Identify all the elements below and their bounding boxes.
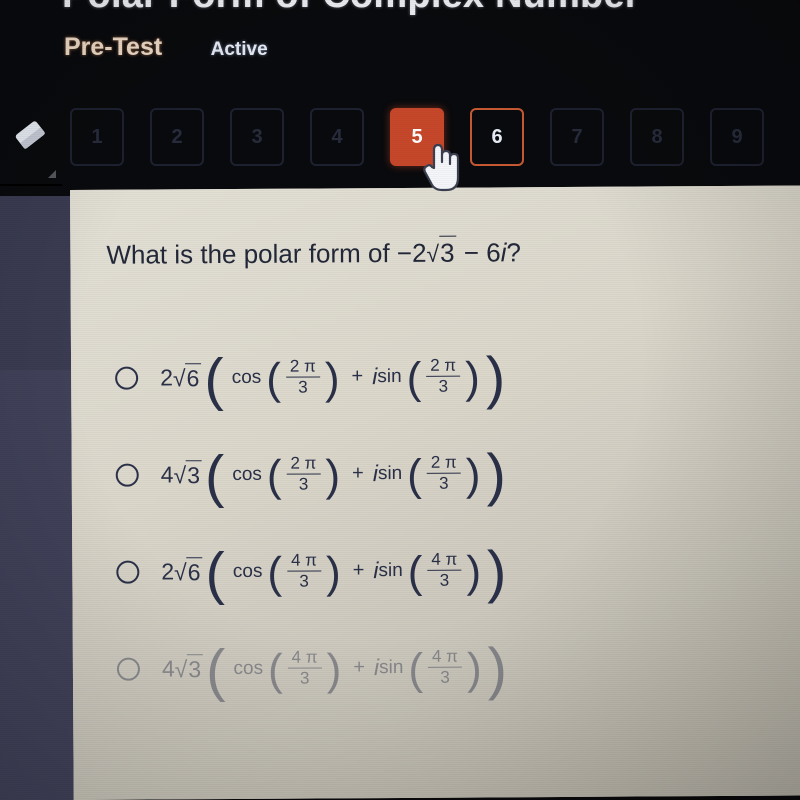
cos-label-a: cos <box>231 366 262 388</box>
question-imaginary-term: − 6 <box>463 237 501 268</box>
answer-expression-a: 2 √ 6 ( cos ( 2 π 3 ) + i sin ( 2 π 3) … <box>160 345 508 412</box>
question-coefficient: −2 <box>396 237 427 269</box>
angle-fraction-sin-b: 2 π 3 <box>426 453 461 493</box>
plus-sign-c: + <box>352 559 365 582</box>
angle-numerator-sin-a: 2 π <box>426 356 461 377</box>
screen-photo: Polar Form of Complex Number Pre-Test Ac… <box>0 0 800 800</box>
plus-sign-d: + <box>353 656 366 679</box>
answer-expression-c: 2 √ 6 ( cos ( 4 π 3 ) + i sin ( 4 π 3) … <box>161 539 509 606</box>
magnitude-radicand-b: 3 <box>186 460 203 490</box>
angle-denominator-cos-c: 3 <box>299 571 309 591</box>
angle-fraction-sin-c: 4 π 3 <box>427 550 462 590</box>
angle-denominator-sin-a: 3 <box>438 376 449 396</box>
angle-numerator-cos-d: 4 π <box>287 648 322 669</box>
angle-denominator-cos-a: 3 <box>298 377 308 397</box>
angle-denominator-sin-b: 3 <box>439 473 449 493</box>
cos-label-d: cos <box>233 657 264 679</box>
answer-option-c[interactable]: 2 √ 6 ( cos ( 4 π 3 ) + i sin ( 4 π 3) … <box>116 520 767 621</box>
magnitude-coefficient-a: 2 <box>160 364 174 391</box>
question-prefix: What is the polar form of <box>106 238 397 270</box>
answer-expression-b: 4 √ 3 ( cos ( 2 π 3 ) + i sin ( 2 π 3) … <box>160 442 509 509</box>
angle-fraction-sin-a: 2 π 3 <box>426 356 461 396</box>
angle-denominator-cos-b: 3 <box>298 474 309 494</box>
angle-numerator-sin-b: 2 π <box>426 453 461 474</box>
radio-button-b[interactable] <box>115 463 139 487</box>
pager-button-6[interactable]: 6 <box>470 108 524 166</box>
question-suffix: ? <box>506 237 522 268</box>
angle-numerator-cos-b: 2 π <box>286 454 321 475</box>
status-badge: Active <box>210 39 268 60</box>
page-title: Polar Form of Complex Number <box>62 0 640 17</box>
magnitude-radicand-d: 3 <box>187 654 204 684</box>
answer-option-b[interactable]: 4 √ 3 ( cos ( 2 π 3 ) + i sin ( 2 π 3) … <box>115 423 766 524</box>
magnitude-radicand-a: 6 <box>185 363 202 393</box>
tool-expand-corner <box>48 170 56 178</box>
angle-numerator-cos-a: 2 π <box>285 357 320 378</box>
magnitude-coefficient-b: 4 <box>160 461 174 488</box>
pager-button-9[interactable]: 9 <box>710 108 764 166</box>
pager-button-2[interactable]: 2 <box>150 108 204 166</box>
radio-button-d[interactable] <box>116 657 140 681</box>
pager-button-8[interactable]: 8 <box>630 108 684 166</box>
question-text: What is the polar form of −2 √ 3 − 6i? <box>106 235 521 271</box>
angle-numerator-sin-d: 4 π <box>427 647 462 668</box>
radio-button-c[interactable] <box>116 560 140 584</box>
angle-fraction-cos-c: 4 π 3 <box>286 551 322 591</box>
angle-fraction-cos-d: 4 π 3 <box>287 648 322 688</box>
magnitude-sqrt-a: √ 6 <box>173 363 202 393</box>
pager-button-1[interactable]: 1 <box>70 108 124 166</box>
angle-fraction-cos-a: 2 π 3 <box>285 357 320 397</box>
angle-denominator-sin-c: 3 <box>439 570 450 590</box>
question-radicand: 3 <box>439 235 457 269</box>
plus-sign-b: + <box>352 462 364 485</box>
pager-button-7[interactable]: 7 <box>550 108 604 166</box>
cos-label-c: cos <box>232 560 263 582</box>
answer-expression-d: 4 √ 3 ( cos ( 4 π 3 ) + i sin ( 4 π 3) … <box>161 636 510 703</box>
question-sqrt: √ 3 <box>426 235 457 269</box>
plus-sign-a: + <box>351 365 364 388</box>
assessment-subheader: Pre-Test Active <box>64 33 268 62</box>
angle-numerator-sin-c: 4 π <box>427 550 462 571</box>
angle-numerator-cos-c: 4 π <box>286 551 322 572</box>
pager-button-5[interactable]: 5 <box>390 108 444 166</box>
tool-eraser[interactable] <box>0 88 62 186</box>
angle-fraction-sin-d: 4 π 3 <box>427 647 462 687</box>
magnitude-coefficient-c: 2 <box>161 558 175 585</box>
radio-button-a[interactable] <box>115 366 139 390</box>
angle-fraction-cos-b: 2 π 3 <box>286 454 321 494</box>
cos-label-b: cos <box>232 463 262 485</box>
assessment-type-label: Pre-Test <box>64 33 163 61</box>
eraser-icon <box>15 121 45 149</box>
magnitude-sqrt-d: √ 3 <box>175 654 204 684</box>
sin-label-d: sin <box>379 656 404 678</box>
answer-option-a[interactable]: 2 √ 6 ( cos ( 2 π 3 ) + i sin ( 2 π 3) … <box>115 326 766 427</box>
sin-label-a: sin <box>377 365 402 387</box>
answer-option-d[interactable]: 4 √ 3 ( cos ( 4 π 3 ) + i sin ( 4 π 3) … <box>116 617 768 718</box>
sin-label-b: sin <box>377 462 403 484</box>
magnitude-sqrt-b: √ 3 <box>173 460 203 490</box>
pager-button-4[interactable]: 4 <box>310 108 364 166</box>
question-panel: What is the polar form of −2 √ 3 − 6i? 2 √ 6… <box>70 185 800 800</box>
pager-button-3[interactable]: 3 <box>230 108 284 166</box>
magnitude-sqrt-c: √ 6 <box>174 557 203 587</box>
answer-options[interactable]: 2 √ 6 ( cos ( 2 π 3 ) + i sin ( 2 π 3) … <box>115 326 767 718</box>
magnitude-coefficient-d: 4 <box>161 655 175 682</box>
question-pager[interactable]: 1 2 3 4 5 6 7 8 9 <box>70 108 764 166</box>
angle-denominator-sin-d: 3 <box>440 667 450 687</box>
sin-label-c: sin <box>378 559 403 581</box>
angle-denominator-cos-d: 3 <box>299 668 310 688</box>
app-chrome: Polar Form of Complex Number Pre-Test Ac… <box>0 0 800 196</box>
magnitude-radicand-c: 6 <box>186 557 203 587</box>
